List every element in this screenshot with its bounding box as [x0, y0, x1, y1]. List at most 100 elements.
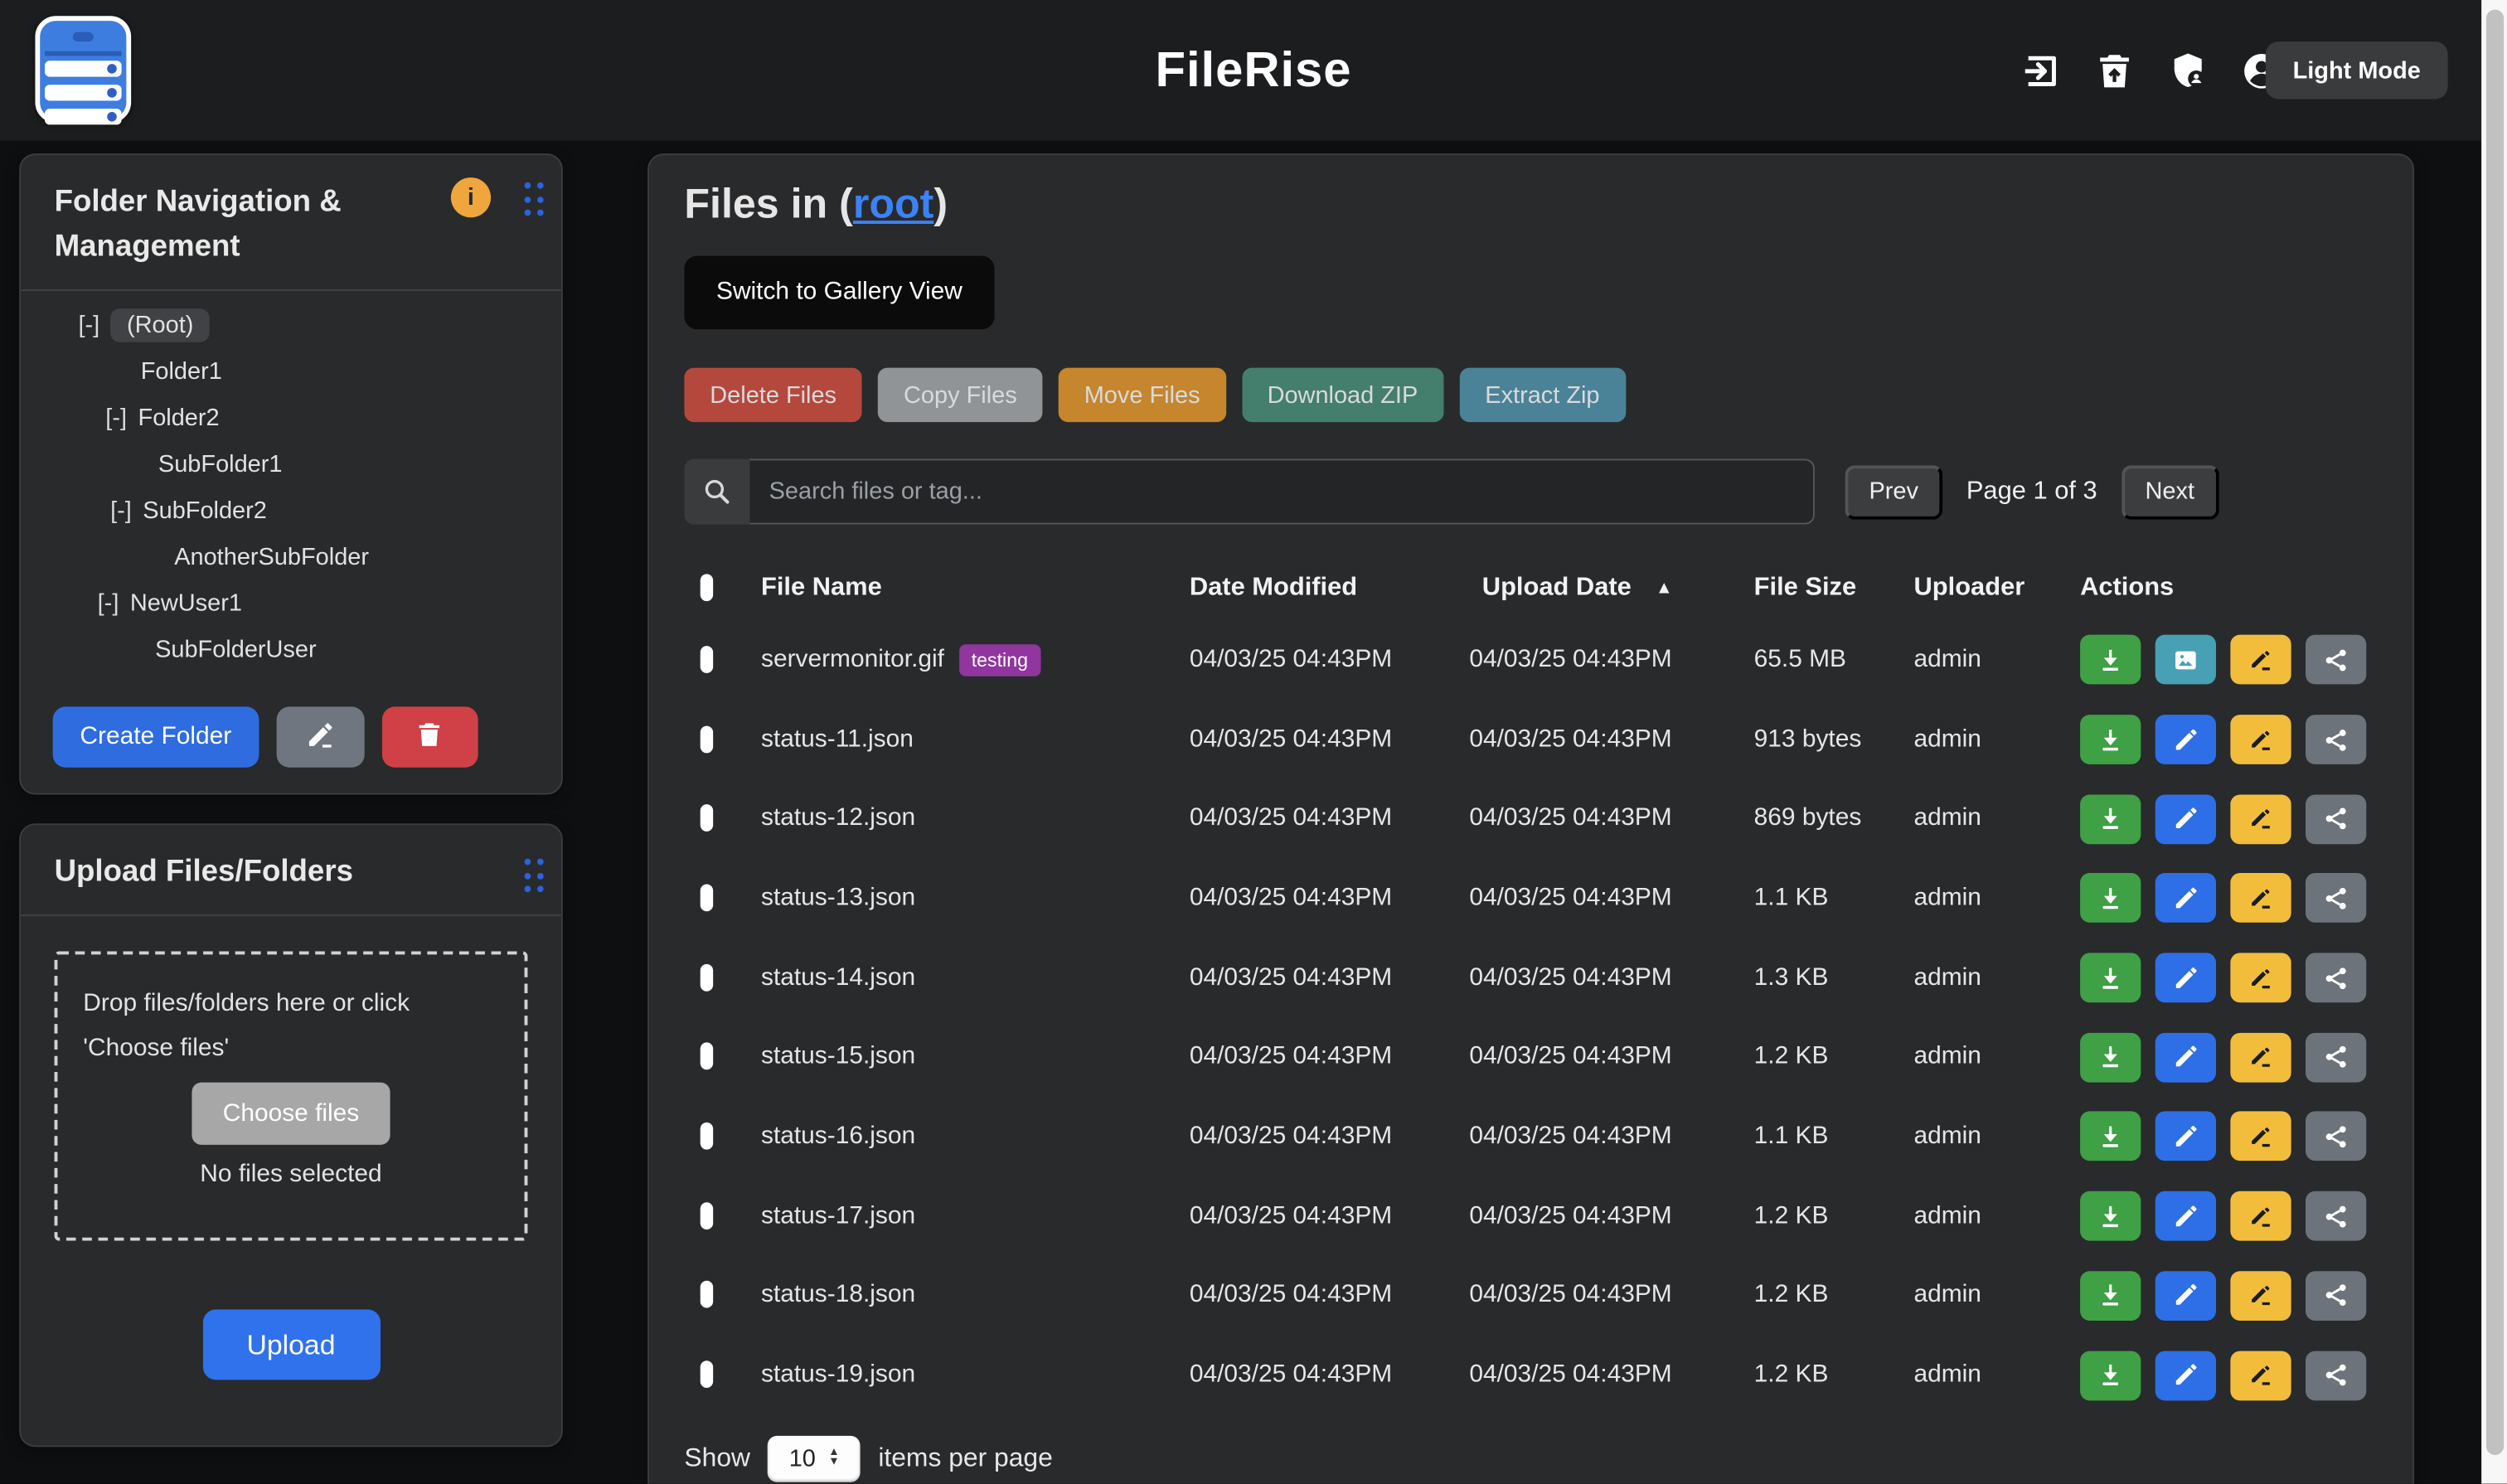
row-checkbox[interactable] [701, 1202, 713, 1229]
copy-files-button[interactable]: Copy Files [878, 368, 1042, 423]
share-button[interactable] [2306, 953, 2366, 1003]
items-per-page-select[interactable]: 10 ▲▼ [768, 1436, 861, 1482]
download-button[interactable] [2080, 1032, 2141, 1082]
delete-files-button[interactable]: Delete Files [684, 368, 861, 423]
share-button[interactable] [2306, 715, 2366, 764]
prev-page-button[interactable]: Prev [1845, 464, 1942, 519]
file-name[interactable]: status-11.json [749, 725, 1177, 754]
select-all-checkbox[interactable] [701, 574, 713, 601]
tag-button[interactable] [2230, 953, 2291, 1003]
file-name[interactable]: status-12.json [749, 804, 1177, 833]
switch-gallery-view-button[interactable]: Switch to Gallery View [684, 256, 994, 330]
col-date-modified[interactable]: Date Modified [1176, 574, 1456, 603]
download-button[interactable] [2080, 1271, 2141, 1321]
root-folder-link[interactable]: root [853, 179, 933, 227]
download-button[interactable] [2080, 1351, 2141, 1400]
edit-button[interactable] [2155, 1271, 2216, 1321]
tag-button[interactable] [2230, 1191, 2291, 1241]
row-checkbox[interactable] [701, 725, 713, 753]
file-name[interactable]: status-19.json [749, 1360, 1177, 1389]
row-checkbox[interactable] [701, 884, 713, 911]
edit-button[interactable] [2155, 874, 2216, 924]
download-button[interactable] [2080, 635, 2141, 685]
row-checkbox[interactable] [701, 1043, 713, 1070]
tag-button[interactable] [2230, 1032, 2291, 1082]
share-button[interactable] [2306, 1271, 2366, 1321]
edit-button[interactable] [2155, 794, 2216, 844]
col-file-size[interactable]: File Size [1741, 574, 1901, 603]
tree-item-folder1[interactable]: Folder1 [21, 348, 561, 395]
download-zip-button[interactable]: Download ZIP [1242, 368, 1443, 423]
share-button[interactable] [2306, 794, 2366, 844]
tree-item-anothersubfolder[interactable]: AnotherSubFolder [21, 534, 561, 580]
row-checkbox[interactable] [701, 1281, 713, 1308]
row-checkbox[interactable] [701, 646, 713, 673]
download-button[interactable] [2080, 794, 2141, 844]
row-checkbox[interactable] [701, 963, 713, 991]
file-name[interactable]: status-16.json [749, 1123, 1177, 1152]
info-icon[interactable]: i [451, 177, 491, 217]
tag-button[interactable] [2230, 1351, 2291, 1400]
tag-button[interactable] [2230, 715, 2291, 764]
extract-zip-button[interactable]: Extract Zip [1459, 368, 1625, 423]
tag-button[interactable] [2230, 1271, 2291, 1321]
edit-button[interactable] [2155, 715, 2216, 764]
edit-button[interactable] [2155, 953, 2216, 1003]
tree-item-subfolder1[interactable]: SubFolder1 [21, 441, 561, 487]
drag-handle-icon[interactable] [524, 859, 544, 893]
collapse-toggle[interactable]: [-] [105, 405, 127, 432]
tree-item-folder2[interactable]: [-]Folder2 [21, 395, 561, 441]
search-icon[interactable] [684, 458, 749, 524]
share-button[interactable] [2306, 1112, 2366, 1161]
delete-folder-button[interactable] [381, 706, 478, 767]
search-input[interactable] [749, 458, 1814, 524]
edit-button[interactable] [2155, 1112, 2216, 1161]
tag-button[interactable] [2230, 635, 2291, 685]
tree-item-root[interactable]: [-](Root) [21, 302, 561, 348]
create-folder-button[interactable]: Create Folder [53, 706, 259, 767]
file-name[interactable]: servermonitor.giftesting [749, 644, 1177, 677]
file-name[interactable]: status-13.json [749, 884, 1177, 913]
share-button[interactable] [2306, 1191, 2366, 1241]
row-checkbox[interactable] [701, 804, 713, 832]
tag-button[interactable] [2230, 1112, 2291, 1161]
col-upload-date[interactable]: Upload Date▲ [1457, 574, 1741, 603]
collapse-toggle[interactable]: [-] [98, 590, 119, 618]
tree-item-subfolderuser[interactable]: SubFolderUser [21, 627, 561, 673]
collapse-toggle[interactable]: [-] [78, 312, 99, 339]
preview-button[interactable] [2155, 635, 2216, 685]
tag-button[interactable] [2230, 794, 2291, 844]
drag-handle-icon[interactable] [524, 182, 544, 216]
tree-item-newuser1[interactable]: [-]NewUser1 [21, 580, 561, 627]
download-button[interactable] [2080, 874, 2141, 924]
choose-files-button[interactable]: Choose files [192, 1083, 390, 1145]
col-uploader[interactable]: Uploader [1901, 574, 2068, 603]
scrollbar-thumb[interactable] [2485, 10, 2503, 1455]
file-name[interactable]: status-14.json [749, 963, 1177, 992]
share-button[interactable] [2306, 1032, 2366, 1082]
share-button[interactable] [2306, 635, 2366, 685]
col-file-name[interactable]: File Name [749, 574, 1177, 603]
row-checkbox[interactable] [701, 1360, 713, 1388]
file-name[interactable]: status-15.json [749, 1043, 1177, 1072]
edit-button[interactable] [2155, 1191, 2216, 1241]
tag-button[interactable] [2230, 874, 2291, 924]
share-button[interactable] [2306, 874, 2366, 924]
admin-shield-icon[interactable] [2166, 49, 2209, 92]
file-name[interactable]: status-17.json [749, 1202, 1177, 1231]
row-checkbox[interactable] [701, 1123, 713, 1150]
next-page-button[interactable]: Next [2121, 464, 2218, 519]
download-button[interactable] [2080, 1191, 2141, 1241]
file-name[interactable]: status-18.json [749, 1281, 1177, 1310]
download-button[interactable] [2080, 953, 2141, 1003]
logout-icon[interactable] [2020, 49, 2063, 92]
light-mode-button[interactable]: Light Mode [2266, 41, 2448, 99]
download-button[interactable] [2080, 1112, 2141, 1161]
edit-button[interactable] [2155, 1351, 2216, 1400]
tree-item-subfolder2[interactable]: [-]SubFolder2 [21, 487, 561, 534]
file-dropzone[interactable]: Drop files/folders here or click 'Choose… [55, 951, 528, 1240]
rename-folder-button[interactable] [276, 706, 364, 767]
edit-button[interactable] [2155, 1032, 2216, 1082]
move-files-button[interactable]: Move Files [1059, 368, 1226, 423]
download-button[interactable] [2080, 715, 2141, 764]
